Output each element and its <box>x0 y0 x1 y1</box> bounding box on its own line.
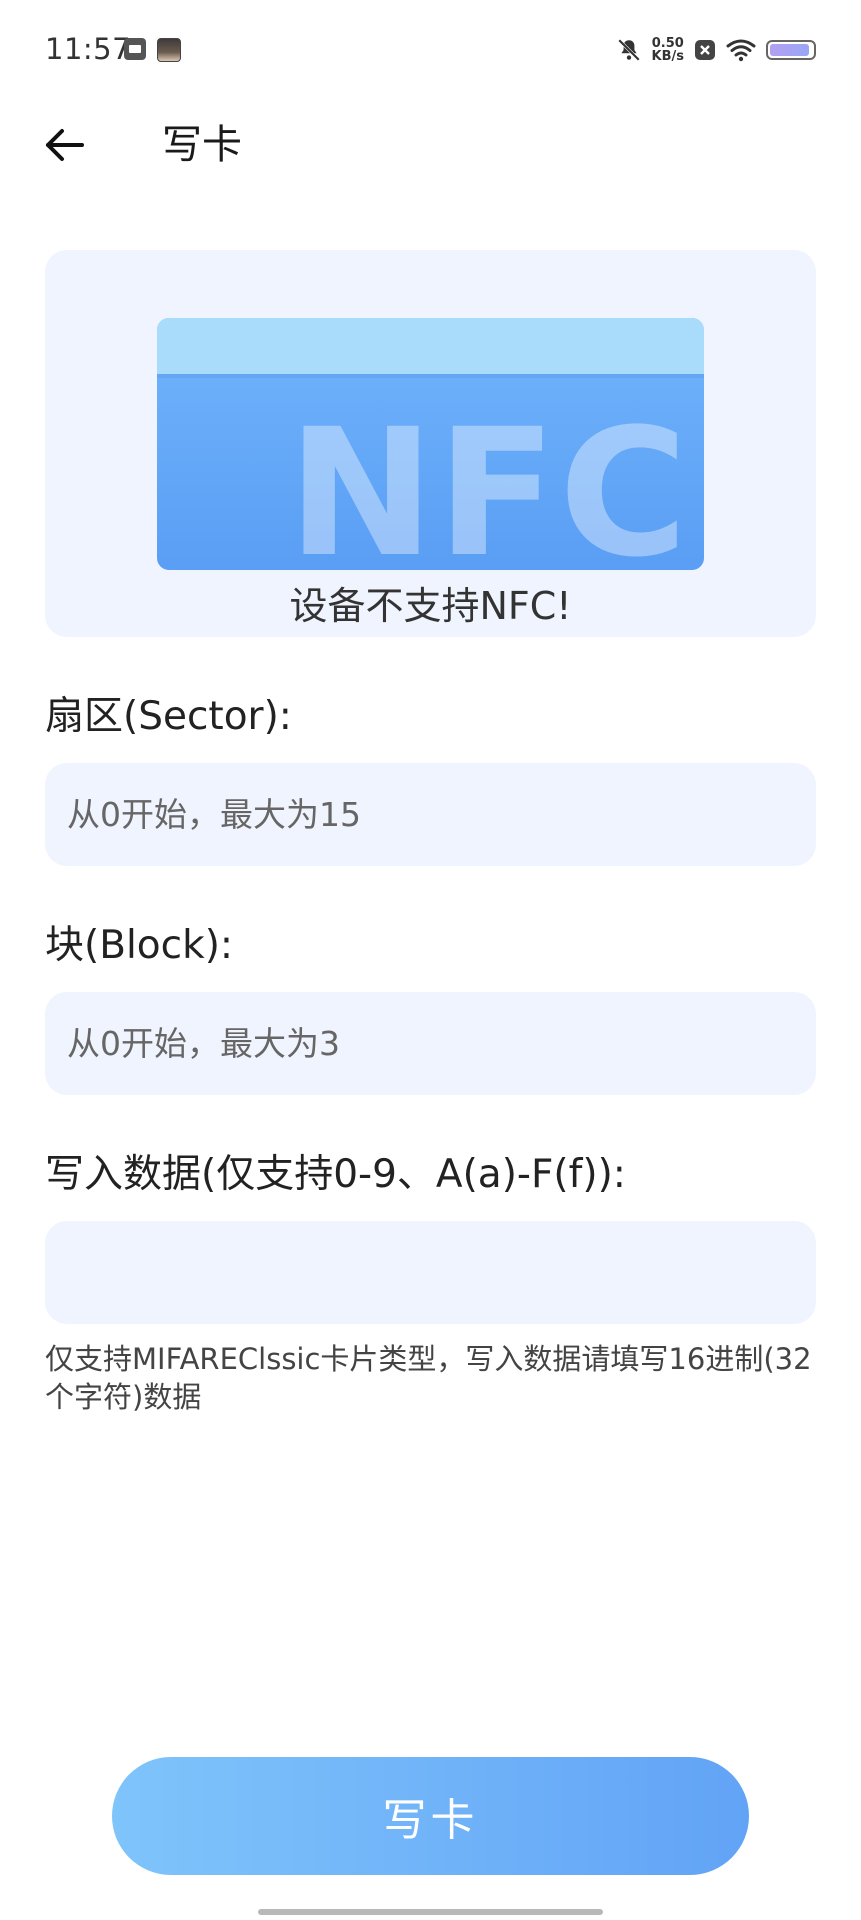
hint-text: 仅支持MIFAREClssic卡片类型，写入数据请填写16进制(32个字符)数据 <box>45 1342 812 1414</box>
sector-label: 扇区(Sector): <box>45 694 292 739</box>
block-label: 块(Block): <box>45 923 234 968</box>
nfc-panel: NFC 设备不支持NFC! <box>45 250 816 637</box>
status-icons: 0.50 KB/s <box>616 30 816 70</box>
close-square-icon <box>694 39 716 61</box>
gallery-icon <box>124 38 146 60</box>
nfc-card-logo: NFC <box>287 391 690 571</box>
toolbar: 写卡 <box>0 105 861 185</box>
block-input[interactable] <box>45 992 816 1095</box>
data-input[interactable] <box>45 1221 816 1324</box>
nfc-card-image: NFC <box>157 318 704 570</box>
page-title: 写卡 <box>162 122 242 168</box>
battery-icon <box>766 40 816 60</box>
write-card-button[interactable]: 写卡 <box>112 1757 749 1875</box>
mute-icon <box>616 37 642 63</box>
data-label: 写入数据(仅支持0-9、A(a)-F(f)): <box>45 1152 626 1197</box>
arrow-left-icon <box>46 129 84 161</box>
sector-input[interactable] <box>45 763 816 866</box>
back-button[interactable] <box>38 119 90 171</box>
net-speed: 0.50 KB/s <box>652 37 684 63</box>
nfc-card-strip <box>157 318 704 378</box>
status-time: 11:57 <box>45 32 132 66</box>
wifi-icon <box>726 38 756 62</box>
battery-level <box>770 44 809 56</box>
status-bar: 11:57 0.50 KB/s <box>0 0 861 100</box>
gesture-bar[interactable] <box>258 1909 603 1915</box>
net-speed-unit: KB/s <box>651 49 684 64</box>
nfc-status-text: 设备不支持NFC! <box>289 584 572 628</box>
avatar-icon <box>157 38 181 62</box>
